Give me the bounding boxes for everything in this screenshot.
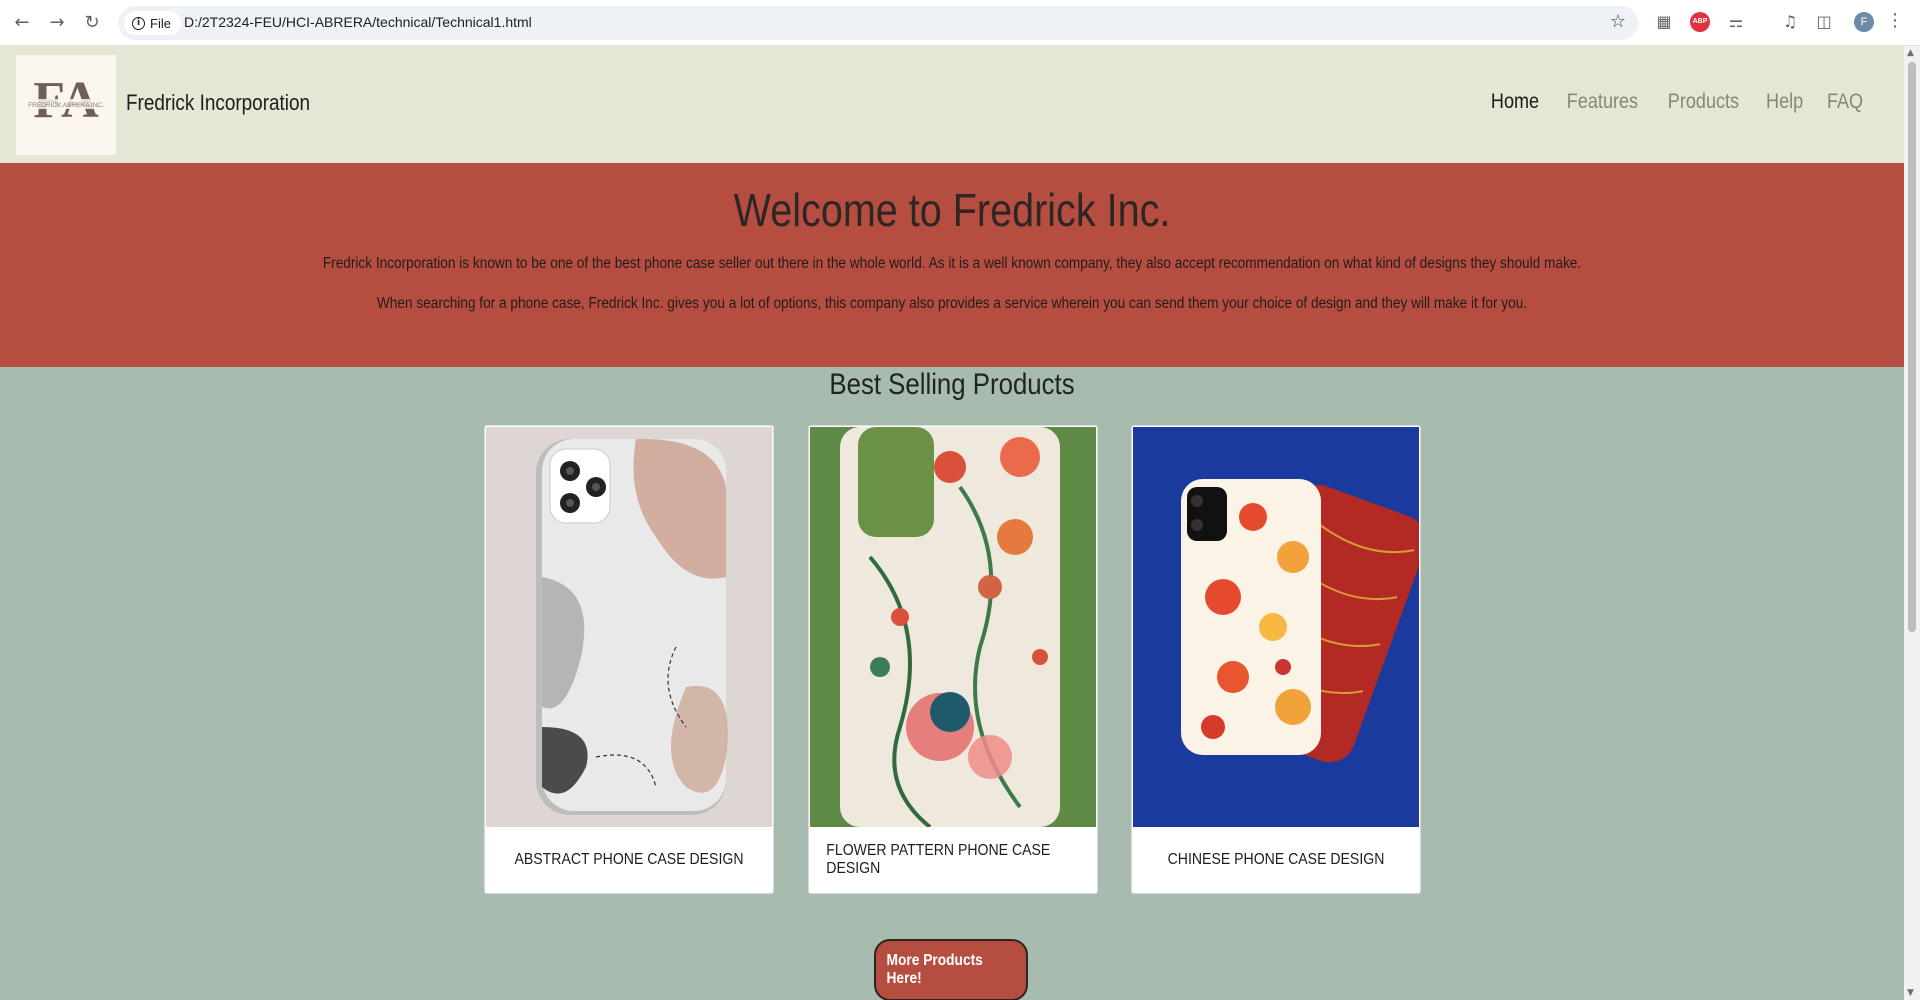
more-products-button[interactable]: More Products Here! <box>874 939 1028 1000</box>
flower-case-image <box>810 427 1096 827</box>
info-icon: i <box>132 16 145 30</box>
logo-mark: FA FREDRICK ABRERA INC. <box>16 55 116 155</box>
nav-faq[interactable]: FAQ <box>1827 90 1863 114</box>
url-text[interactable]: D:/2T2324-FEU/HCI-ABRERA/technical/Techn… <box>184 14 532 30</box>
logo[interactable]: FA FREDRICK ABRERA INC. <box>16 55 116 155</box>
product-label: ABSTRACT PHONE CASE DESIGN <box>514 851 744 868</box>
site-header: FA FREDRICK ABRERA INC. Fredrick Incorpo… <box>0 46 1904 163</box>
hero-section: Welcome to Fredrick Inc. Fredrick Incorp… <box>0 163 1904 367</box>
site-info-label: File <box>150 15 171 31</box>
scroll-up-icon[interactable]: ▲ <box>1907 48 1914 58</box>
nav-home[interactable]: Home <box>1491 90 1539 114</box>
hero-title: Welcome to Fredrick Inc. <box>733 184 1171 236</box>
browser-toolbar: ← → ↻ i File D:/2T2324-FEU/HCI-ABRERA/te… <box>0 0 1920 46</box>
menu-icon[interactable]: ⋮ <box>1886 10 1904 31</box>
page-scrollbar[interactable]: ▲ ▼ <box>1904 46 1920 1000</box>
abstract-case-image <box>486 427 772 827</box>
site-info-chip[interactable]: i File <box>124 11 181 35</box>
scroll-thumb[interactable] <box>1908 62 1916 632</box>
star-icon[interactable]: ☆ <box>1610 11 1626 32</box>
avatar[interactable]: F <box>1854 12 1874 32</box>
back-icon[interactable]: ← <box>10 11 34 35</box>
address-bar[interactable]: i File D:/2T2324-FEU/HCI-ABRERA/technica… <box>118 6 1638 40</box>
nav-help[interactable]: Help <box>1766 90 1803 114</box>
svg-text:FREDRICK ABRERA INC.: FREDRICK ABRERA INC. <box>28 102 104 109</box>
adblock-icon[interactable]: ABP <box>1690 12 1710 32</box>
chinese-case-image <box>1133 427 1419 827</box>
sidepanel-icon[interactable]: ◫ <box>1814 12 1834 32</box>
brand-name[interactable]: Fredrick Incorporation <box>126 90 310 116</box>
product-label: CHINESE PHONE CASE DESIGN <box>1167 851 1385 868</box>
main-nav: Home Features Products Help FAQ <box>1487 90 1866 114</box>
hero-paragraph-2: When searching for a phone case, Fredric… <box>376 295 1528 312</box>
extension-icon[interactable]: ▦ <box>1654 12 1674 32</box>
reload-icon[interactable]: ↻ <box>80 11 104 35</box>
hero-paragraph-1: Fredrick Incorporation is known to be on… <box>322 255 1582 272</box>
product-label: FLOWER PATTERN PHONE CASE DESIGN <box>826 842 1051 877</box>
best-selling-title: Best Selling Products <box>829 368 1075 401</box>
web-page: FA FREDRICK ABRERA INC. Fredrick Incorpo… <box>0 46 1904 1000</box>
scroll-down-icon[interactable]: ▼ <box>1907 988 1914 998</box>
forward-icon[interactable]: → <box>45 11 69 35</box>
product-card-flower[interactable]: FLOWER PATTERN PHONE CASE DESIGN <box>808 425 1098 894</box>
media-icon[interactable]: ♫ <box>1780 12 1800 32</box>
puzzle-icon[interactable]: ⚎ <box>1726 12 1746 32</box>
nav-products[interactable]: Products <box>1668 90 1739 114</box>
nav-features[interactable]: Features <box>1567 90 1638 114</box>
product-card-abstract[interactable]: ABSTRACT PHONE CASE DESIGN <box>484 425 774 894</box>
product-card-chinese[interactable]: CHINESE PHONE CASE DESIGN <box>1131 425 1421 894</box>
